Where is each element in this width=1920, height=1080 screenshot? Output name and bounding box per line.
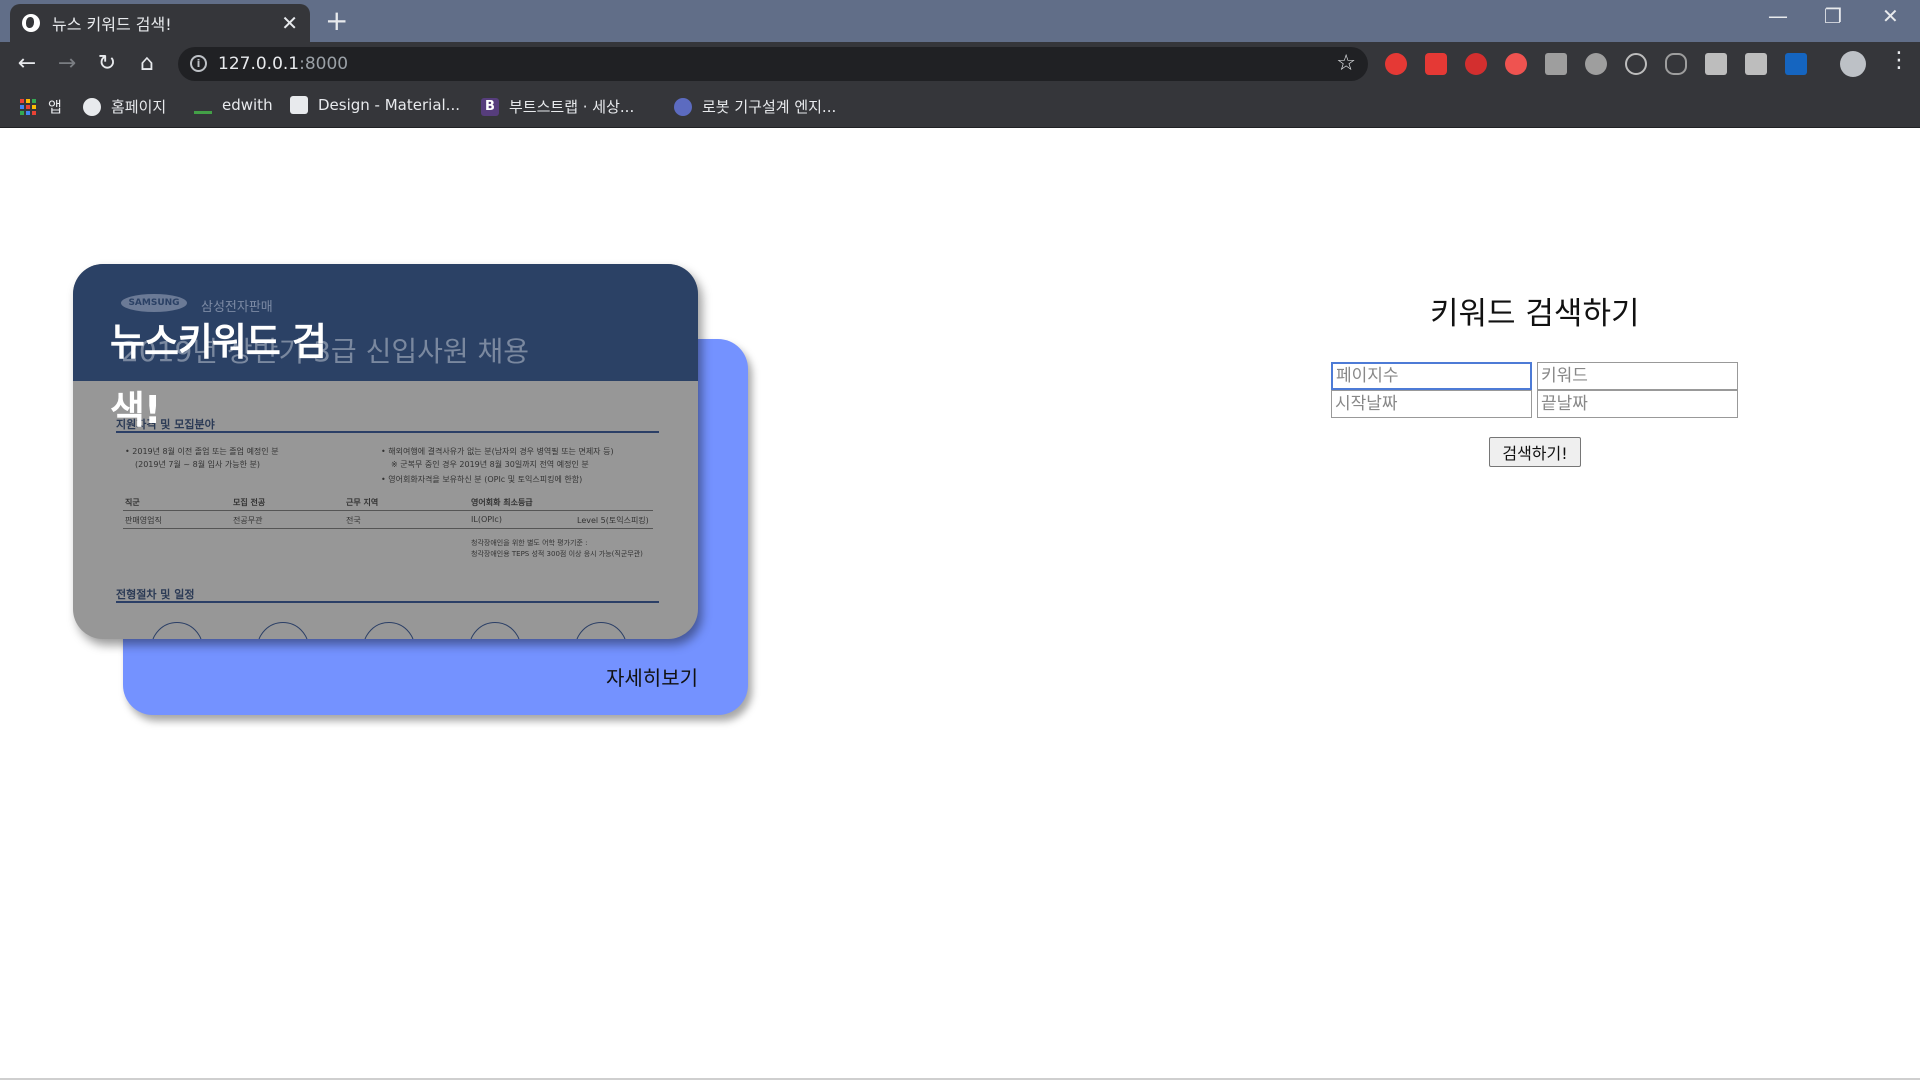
search-title: 키워드 검색하기 bbox=[1430, 296, 1640, 332]
poster-table-header: 영어회화 최소등급 bbox=[471, 498, 533, 507]
extension-hand-icon[interactable] bbox=[1505, 53, 1527, 75]
extension-stop-icon[interactable] bbox=[1385, 53, 1407, 75]
pages-input[interactable] bbox=[1331, 362, 1532, 390]
poster-table-cell: IL(OPIc) bbox=[471, 515, 502, 524]
browser-tab[interactable]: 뉴스 키워드 검색! ✕ bbox=[10, 4, 310, 42]
extension-download-icon[interactable] bbox=[1585, 53, 1607, 75]
profile-avatar-icon[interactable] bbox=[1840, 51, 1866, 77]
site-info-icon[interactable]: i bbox=[190, 55, 207, 72]
apps-grid-icon bbox=[20, 98, 36, 115]
material-icon bbox=[290, 96, 308, 114]
poster-section-title: 전형절차 및 일정 bbox=[116, 588, 195, 601]
bookmark-edwith[interactable]: edwith bbox=[194, 96, 273, 114]
divider bbox=[123, 510, 653, 511]
home-icon[interactable]: ⌂ bbox=[133, 50, 161, 78]
poster-text: 청각장애인용 TEPS 성적 300점 이상 응시 가능(직군무관) bbox=[471, 550, 643, 558]
globe-icon bbox=[83, 97, 101, 116]
extension-cast-icon[interactable] bbox=[1745, 53, 1767, 75]
menu-kebab-icon[interactable]: ⋮ bbox=[1888, 48, 1910, 73]
search-button[interactable]: 검색하기! bbox=[1489, 437, 1581, 467]
back-icon[interactable]: ← bbox=[13, 50, 41, 78]
poster-table-header: 근무 지역 bbox=[346, 498, 379, 507]
keyword-input[interactable] bbox=[1537, 362, 1738, 390]
globe-icon bbox=[22, 14, 40, 32]
page-content: 자세히보기 SAMSUNG 삼성전자판매 2019년 상반기 3급 신입사원 채… bbox=[0, 128, 1920, 1080]
address-bar[interactable]: i 127.0.0.1:8000 ☆ bbox=[178, 47, 1368, 81]
react-devtools-icon[interactable] bbox=[1625, 53, 1647, 75]
start-date-input[interactable] bbox=[1331, 390, 1532, 418]
reload-icon[interactable]: ↻ bbox=[93, 50, 121, 78]
address-url[interactable]: 127.0.0.1:8000 bbox=[218, 54, 348, 74]
divider bbox=[123, 528, 653, 529]
tab-title: 뉴스 키워드 검색! bbox=[52, 15, 172, 34]
bookmark-star-icon[interactable]: ☆ bbox=[1336, 51, 1356, 76]
end-date-input[interactable] bbox=[1537, 390, 1738, 418]
tab-close-icon[interactable]: ✕ bbox=[281, 13, 298, 33]
bookmarks-bar: 앱 홈페이지 edwith Design - Material... B 부트스… bbox=[0, 87, 1920, 128]
robot-icon bbox=[674, 97, 692, 116]
minimize-icon[interactable]: — bbox=[1768, 4, 1788, 28]
extension-clip-icon[interactable] bbox=[1705, 53, 1727, 75]
extension-drive-icon[interactable] bbox=[1545, 53, 1567, 75]
poster-table-cell: 전공무관 bbox=[233, 516, 263, 525]
forward-icon[interactable]: → bbox=[53, 50, 81, 78]
restore-icon[interactable]: ❐ bbox=[1824, 4, 1842, 28]
bookmark-apps[interactable]: 앱 bbox=[20, 96, 62, 117]
divider bbox=[116, 601, 659, 603]
detail-link[interactable]: 자세히보기 bbox=[606, 662, 698, 691]
bookmark-homepage[interactable]: 홈페이지 bbox=[83, 96, 166, 117]
bookmark-robot-design[interactable]: 로봇 기구설계 엔지... bbox=[674, 96, 836, 117]
edwith-icon bbox=[194, 96, 212, 114]
poster-text: • 해외여행에 결격사유가 없는 분(남자의 경우 병역필 또는 면제자 등) bbox=[381, 447, 614, 456]
bookmark-bootstrap[interactable]: B 부트스트랩 · 세상... bbox=[481, 96, 634, 117]
poster-table-header: 직군 bbox=[125, 498, 140, 507]
extension-video-icon[interactable] bbox=[1425, 53, 1447, 75]
poster-text: • 2019년 8월 이전 졸업 또는 졸업 예정인 분 bbox=[125, 447, 279, 456]
browser-toolbar: ← → ↻ ⌂ i 127.0.0.1:8000 ☆ ⋮ bbox=[0, 42, 1920, 87]
bookmark-material-design[interactable]: Design - Material... bbox=[290, 96, 460, 114]
adblock-plus-icon[interactable] bbox=[1465, 53, 1487, 75]
poster-table-cell: 전국 bbox=[346, 516, 361, 525]
extension-infinity-icon[interactable] bbox=[1665, 53, 1687, 75]
poster-table-cell: 판매영업직 bbox=[125, 516, 162, 525]
poster-text: 청각장애인을 위한 별도 어학 평가기준 : bbox=[471, 539, 588, 547]
bootstrap-icon: B bbox=[481, 97, 499, 116]
poster-table-header: 모집 전공 bbox=[233, 498, 266, 507]
extension-color-picker-icon[interactable] bbox=[1785, 53, 1807, 75]
window-close-icon[interactable]: ✕ bbox=[1882, 4, 1899, 28]
poster-text: (2019년 7월 ~ 8월 입사 가능한 분) bbox=[135, 460, 260, 469]
poster-text: ※ 군복무 중인 경우 2019년 8월 30일까지 전역 예정인 분 bbox=[391, 460, 589, 469]
poster-table-cell: Level 5(토익스피킹) bbox=[577, 516, 649, 525]
card-heading: 뉴스키워드 검색! bbox=[110, 320, 327, 432]
poster-text: • 영어회화자격을 보유하신 분 (OPIc 및 토익스피킹에 한함) bbox=[381, 475, 583, 484]
browser-titlebar: 뉴스 키워드 검색! ✕ + — ❐ ✕ bbox=[0, 0, 1920, 42]
new-tab-icon[interactable]: + bbox=[325, 7, 348, 35]
